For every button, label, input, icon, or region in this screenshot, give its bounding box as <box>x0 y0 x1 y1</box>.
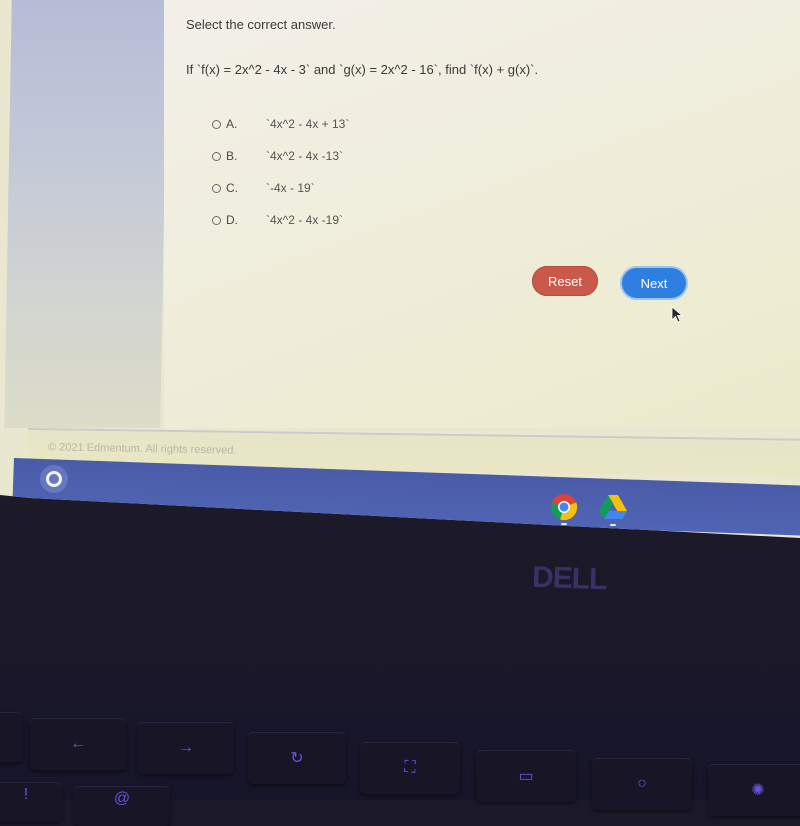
brightness-down-icon: ○ <box>637 775 647 792</box>
answer-option-b[interactable]: B. `4x^2 - 4x -13` <box>212 140 349 172</box>
option-text: `4x^2 - 4x + 13` <box>266 117 350 131</box>
launcher-icon <box>46 471 62 487</box>
answer-option-d[interactable]: D. `4x^2 - 4x -19` <box>212 204 349 236</box>
google-drive-icon[interactable] <box>598 494 628 520</box>
option-text: `-4x - 19` <box>266 181 315 195</box>
answer-option-c[interactable]: C. `-4x - 19` <box>212 172 349 204</box>
answer-option-a[interactable]: A. `4x^2 - 4x + 13` <box>212 108 349 140</box>
option-letter: B. <box>226 149 238 163</box>
key-label: @ <box>113 790 131 807</box>
brightness-up-icon: ✺ <box>751 782 765 799</box>
forward-arrow-icon: → <box>178 739 194 756</box>
app-running-indicator <box>610 524 616 526</box>
radio-button-c[interactable] <box>212 183 221 193</box>
answer-options: A. `4x^2 - 4x + 13` B. `4x^2 - 4x -13` C… <box>212 108 349 236</box>
refresh-icon: ↻ <box>290 750 304 767</box>
option-text: `4x^2 - 4x -19` <box>266 213 343 227</box>
screen: Select the correct answer. If `f(x) = 2x… <box>0 0 800 538</box>
app-running-indicator <box>561 523 567 525</box>
left-sidebar <box>4 0 168 428</box>
chrome-icon[interactable] <box>550 493 578 521</box>
quiz-instruction: Select the correct answer. <box>186 17 336 32</box>
option-letter: C. <box>226 181 238 195</box>
radio-button-b[interactable] <box>212 151 221 161</box>
keyboard-key-overview[interactable]: ▭ <box>476 750 576 802</box>
keyboard-key-2[interactable]: @ <box>74 786 170 826</box>
quiz-question: If `f(x) = 2x^2 - 4x - 3` and `g(x) = 2x… <box>186 62 539 77</box>
keyboard-key-refresh[interactable]: ↻ <box>248 732 346 784</box>
mouse-cursor-icon <box>671 306 684 323</box>
overview-icon: ▭ <box>518 768 534 785</box>
keyboard-key-fullscreen[interactable]: ⛶ <box>360 742 460 794</box>
reset-button[interactable]: Reset <box>532 266 598 296</box>
fullscreen-icon: ⛶ <box>404 759 416 776</box>
launcher-button[interactable] <box>40 465 68 493</box>
keyboard-key-escape[interactable] <box>0 712 22 762</box>
back-arrow-icon: ← <box>70 735 86 752</box>
keyboard-key-back[interactable]: ← <box>30 718 126 770</box>
key-label: ! <box>23 786 29 803</box>
option-text: `4x^2 - 4x -13` <box>266 149 343 163</box>
option-letter: D. <box>226 213 238 227</box>
next-button[interactable]: Next <box>622 268 686 298</box>
dell-logo: DELL <box>531 560 607 597</box>
keyboard-key-brightness-up[interactable]: ✺ <box>708 764 800 816</box>
radio-button-d[interactable] <box>212 215 221 225</box>
option-letter: A. <box>226 117 238 131</box>
radio-button-a[interactable] <box>212 119 221 129</box>
keyboard-key-brightness-down[interactable]: ○ <box>592 758 692 810</box>
keyboard-key-forward[interactable]: → <box>138 722 234 774</box>
keyboard-key-1[interactable]: ! <box>0 782 62 822</box>
